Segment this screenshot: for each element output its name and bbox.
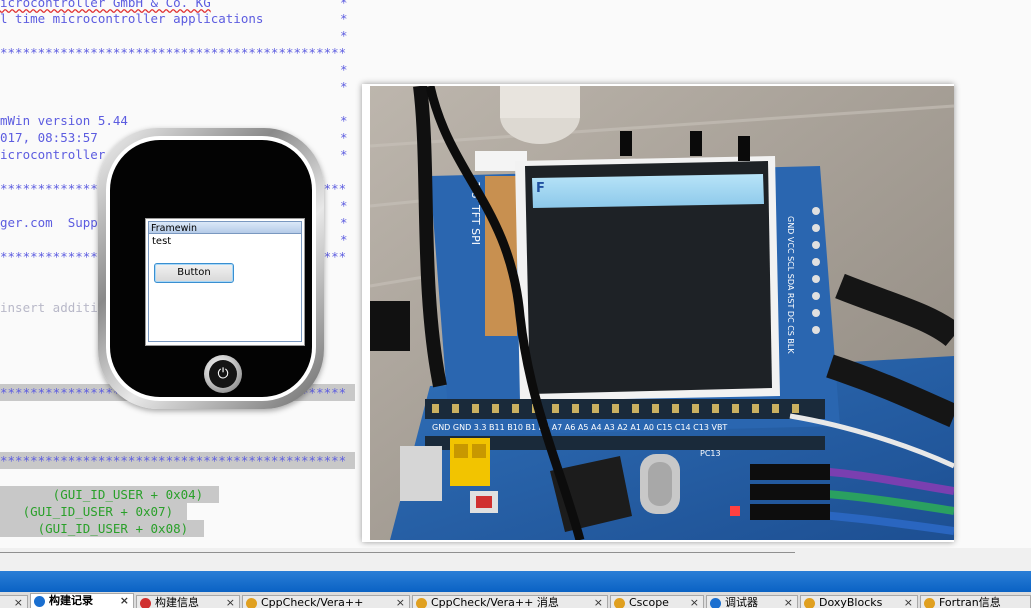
code-line: icrocontroller [0,147,106,162]
chip-label: PC13 [700,449,721,458]
fortran-icon [924,598,935,608]
code-line: (GUI_ID_USER + 0x04) [0,486,219,503]
hardware-photo: F 1.8' TFT SPI GND VCC SCL SDA RST DC CS… [362,84,954,542]
code-line: mWin version 5.44 [0,113,128,128]
code-line: ****************************************… [0,45,347,60]
close-icon[interactable]: × [594,596,603,608]
board-photo-image: F 1.8' TFT SPI GND VCC SCL SDA RST DC CS… [370,86,954,540]
code-line: insert additi [0,300,98,315]
code-line: 017, 08:53:57 [0,130,98,145]
comment-star: * [340,198,348,213]
tab-partial[interactable]: × [0,595,28,608]
tab-cscope[interactable]: Cscope × [610,595,704,608]
debugger-icon [710,598,721,608]
comment-star: * [340,79,348,94]
close-icon[interactable]: × [14,596,23,608]
close-icon[interactable]: × [690,596,699,608]
comment-star: * [340,62,348,77]
board-top-labels: GND GND 3.3 B11 B10 B1 B0 A7 A6 A5 A4 A3… [432,423,727,432]
cppcheck-msg-icon [416,598,427,608]
framewin-button[interactable]: Button [154,263,234,283]
pin-labels: GND VCC SCL SDA RST DC CS BLK [786,216,795,354]
tab-label: 构建信息 [155,596,199,608]
code-line: l time microcontroller applications [0,11,264,26]
close-icon[interactable]: × [904,596,913,608]
framewin-title[interactable]: Framewin [148,221,302,234]
log-tabbar: × 构建记录 × 构建信息 × CppCheck/Vera++ × CppChe… [0,592,1031,608]
tab-fortran-info[interactable]: Fortran信息 [920,595,1031,608]
comment-star: * [340,147,348,162]
tab-label: CppCheck/Vera++ [261,596,364,608]
comment-star: * [340,113,348,128]
framewin-client: test Button [148,234,302,342]
cscope-icon [614,598,625,608]
code-line: (GUI_ID_USER + 0x07) [0,503,187,520]
tab-doxyblocks[interactable]: DoxyBlocks × [800,595,918,608]
smartwatch-simulator: Framewin test Button ⏻ [98,128,324,409]
code-line: ****************************************… [0,452,355,469]
tab-label: CppCheck/Vera++ 消息 [431,596,559,608]
close-icon[interactable]: × [226,596,235,608]
watch-face: Framewin test Button ⏻ [110,140,312,397]
close-icon[interactable]: × [396,596,405,608]
tab-build-info[interactable]: 构建信息 × [136,595,240,608]
comment-star: * [340,130,348,145]
panel-titlebar [0,571,1031,592]
doxyblocks-icon [804,598,815,608]
tab-label: DoxyBlocks [819,596,883,608]
cppcheck-icon [246,598,257,608]
comment-star: * [340,11,348,26]
tab-label: 调试器 [725,596,758,608]
watch-bezel: Framewin test Button ⏻ [106,136,316,401]
tab-label: Fortran信息 [939,596,1001,608]
tab-debugger[interactable]: 调试器 × [706,595,798,608]
watch-screen[interactable]: Framewin test Button [145,218,305,346]
horizontal-scrollbar[interactable] [0,552,795,553]
comment-star: * [340,215,348,230]
comment-star: * [340,232,348,247]
power-icon: ⏻ [209,360,237,388]
build-info-icon [140,598,151,608]
tab-cppcheck[interactable]: CppCheck/Vera++ × [242,595,410,608]
close-icon[interactable]: × [784,596,793,608]
tab-label: 构建记录 [49,594,93,607]
build-log-icon [34,596,45,607]
text-label: test [152,236,172,247]
lcd-title-char: F [536,181,545,196]
power-button[interactable]: ⏻ [204,355,242,393]
close-icon[interactable]: × [120,594,129,608]
tab-build-log[interactable]: 构建记录 × [30,593,134,608]
tab-cppcheck-messages[interactable]: CppCheck/Vera++ 消息 × [412,595,608,608]
comment-star: * [340,28,348,43]
code-line: (GUI_ID_USER + 0x08) [0,520,204,537]
tab-label: Cscope [629,596,669,608]
